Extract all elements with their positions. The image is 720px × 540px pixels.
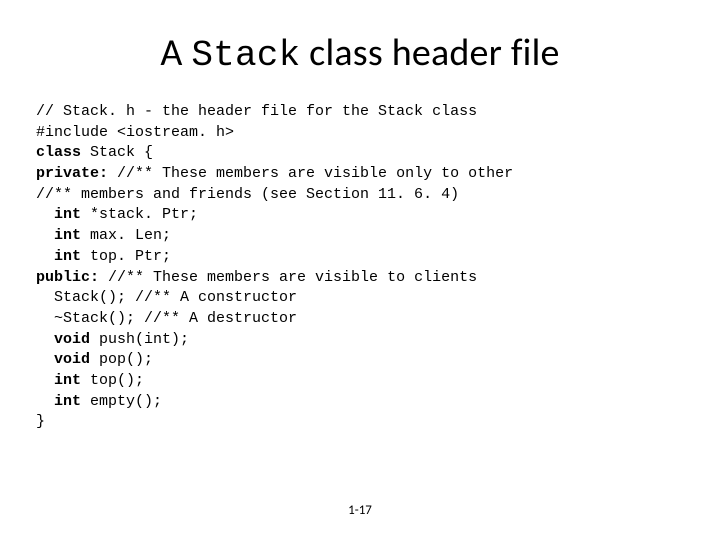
code-text: push(int);: [90, 331, 189, 348]
code-text: pop();: [90, 351, 153, 368]
title-prefix: A: [160, 30, 191, 76]
title-mono: Stack: [191, 35, 300, 76]
page-number: 1-17: [0, 503, 720, 518]
code-keyword: private:: [36, 165, 108, 182]
code-keyword: public:: [36, 269, 99, 286]
code-keyword: int: [36, 206, 81, 223]
code-keyword: int: [36, 393, 81, 410]
code-keyword: int: [36, 372, 81, 389]
code-line: }: [36, 413, 45, 430]
slide-title: A Stack class header file: [36, 30, 684, 76]
code-line: ~Stack(); //** A destructor: [36, 310, 297, 327]
code-keyword: int: [36, 227, 81, 244]
code-text: Stack {: [81, 144, 153, 161]
code-text: top();: [81, 372, 144, 389]
code-keyword: void: [36, 331, 90, 348]
code-block: // Stack. h - the header file for the St…: [36, 102, 684, 433]
title-suffix: class header file: [300, 30, 559, 76]
code-line: //** members and friends (see Section 11…: [36, 186, 459, 203]
code-text: //** These members are visible to client…: [99, 269, 477, 286]
code-text: max. Len;: [81, 227, 171, 244]
code-line: // Stack. h - the header file for the St…: [36, 103, 477, 120]
code-text: *stack. Ptr;: [81, 206, 198, 223]
code-text: //** These members are visible only to o…: [108, 165, 513, 182]
code-keyword: int: [36, 248, 81, 265]
code-keyword: void: [36, 351, 90, 368]
code-line: Stack(); //** A constructor: [36, 289, 297, 306]
slide: A Stack class header file // Stack. h - …: [0, 0, 720, 540]
code-text: empty();: [81, 393, 162, 410]
code-text: top. Ptr;: [81, 248, 171, 265]
code-keyword: class: [36, 144, 81, 161]
code-line: #include <iostream. h>: [36, 124, 234, 141]
